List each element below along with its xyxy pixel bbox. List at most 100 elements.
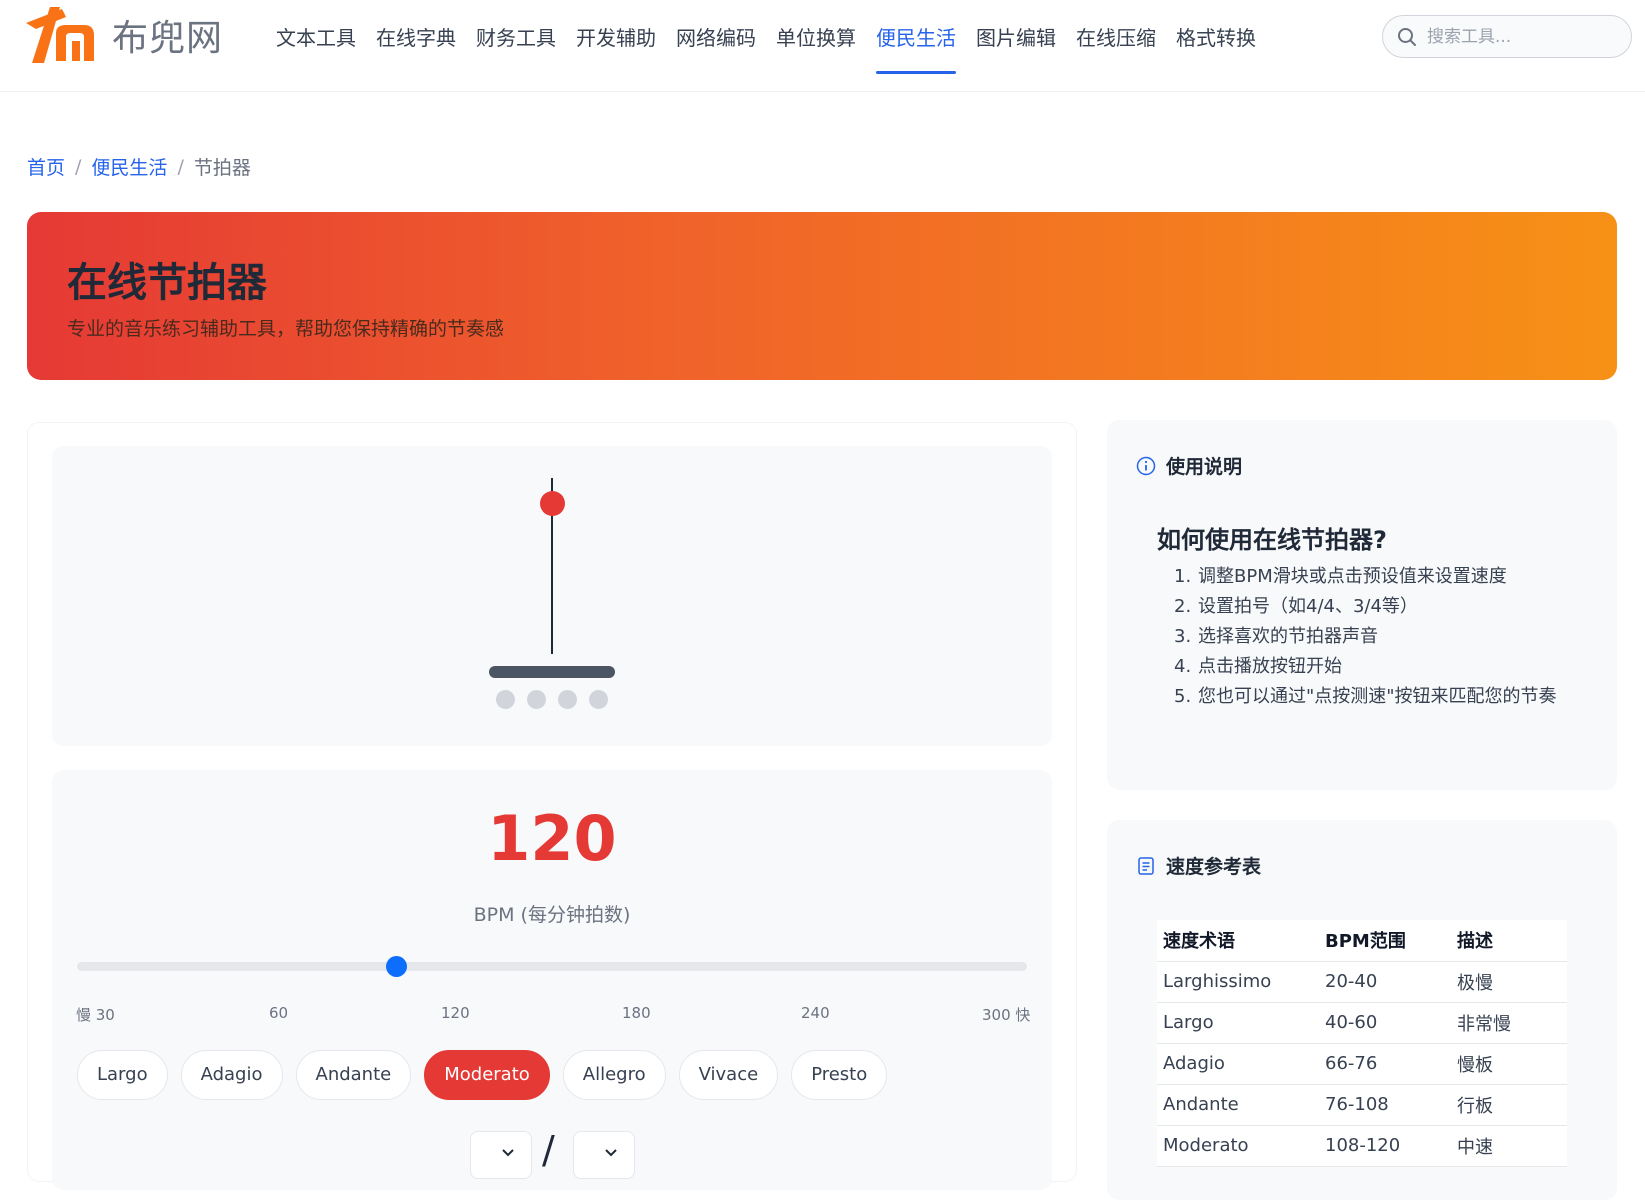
list-item: 1. 调整BPM滑块或点击预设值来设置速度 [1174,562,1574,592]
list-item: 3. 选择喜欢的节拍器声音 [1174,622,1574,652]
column-header: 描述 [1451,920,1567,962]
table-cell: 慢板 [1451,1043,1567,1085]
breadcrumb-current: 节拍器 [193,157,251,179]
search-box[interactable] [1382,15,1632,58]
beats-per-measure-select[interactable] [470,1131,532,1179]
preset-largo-button[interactable]: Largo [77,1050,168,1100]
bpm-slider-track[interactable] [77,962,1027,971]
beat-dot [527,690,546,709]
table-cell: 中速 [1451,1125,1567,1167]
slider-tick-label: 慢 30 [76,1006,115,1024]
top-header: 布兜网 文本工具 在线字典 财务工具 开发辅助 网络编码 单位换算 便民生活 图… [0,0,1645,92]
page-subtitle: 专业的音乐练习辅助工具，帮助您保持精确的节奏感 [67,318,505,340]
beat-dot [558,690,577,709]
logo-icon [26,7,94,63]
search-icon [1398,27,1416,46]
tempo-reference-heading: 速度参考表 [1166,856,1262,878]
nav-item-compress[interactable]: 在线压缩 [1066,20,1166,72]
nav-item-encoding[interactable]: 网络编码 [666,20,766,72]
step-number: 5. [1174,686,1192,707]
table-cell: 20-40 [1319,961,1451,1003]
slider-tick-label: 60 [269,1004,289,1022]
table-cell: 非常慢 [1451,1002,1567,1044]
table-cell: Largo [1157,1002,1319,1044]
step-text: 选择喜欢的节拍器声音 [1198,626,1378,647]
nav-item-daily-life[interactable]: 便民生活 [866,20,966,74]
table-cell: Andante [1157,1084,1319,1126]
table-cell: 40-60 [1319,1002,1451,1044]
preset-vivace-button[interactable]: Vivace [678,1050,779,1100]
preset-andante-button[interactable]: Andante [295,1050,412,1100]
breadcrumb: 首页 / 便民生活 / 节拍器 [27,153,251,180]
table-cell: 行板 [1451,1084,1567,1126]
instructions-heading: 使用说明 [1166,456,1243,478]
tempo-reference-table: 速度术语 BPM范围 描述 Larghissimo 20-40 极慢 Largo… [1157,920,1567,1167]
chevron-down-icon [605,1149,617,1157]
step-text: 点击播放按钮开始 [1198,656,1342,677]
step-text: 设置拍号（如4/4、3/4等） [1198,596,1418,617]
preset-allegro-button[interactable]: Allegro [562,1050,666,1100]
table-cell: 108-120 [1319,1125,1451,1167]
step-number: 1. [1174,566,1192,587]
nav-item-image-edit[interactable]: 图片编辑 [966,20,1066,72]
table-cell: 76-108 [1319,1084,1451,1126]
beat-unit-select[interactable] [573,1131,635,1179]
chevron-down-icon [502,1149,514,1157]
document-icon [1138,856,1154,875]
tempo-presets: Largo Adagio Andante Moderato Allegro Vi… [77,1050,888,1100]
nav-item-format-convert[interactable]: 格式转换 [1166,20,1266,72]
nav-item-dev-tools[interactable]: 开发辅助 [566,20,666,72]
logo-text: 布兜网 [112,18,224,59]
step-text: 调整BPM滑块或点击预设值来设置速度 [1198,566,1507,587]
beat-dot [589,690,608,709]
table-cell: 66-76 [1319,1043,1451,1085]
breadcrumb-category[interactable]: 便民生活 [91,153,167,180]
step-number: 4. [1174,656,1192,677]
table-cell: Moderato [1157,1125,1319,1167]
slider-tick-label: 300 快 [982,1006,1031,1024]
bpm-value: 120 [487,802,617,875]
bpm-slider-thumb[interactable] [386,956,407,977]
hero-banner: 在线节拍器 专业的音乐练习辅助工具，帮助您保持精确的节奏感 [27,212,1617,380]
nav-item-dictionary[interactable]: 在线字典 [366,20,466,72]
search-input[interactable] [1427,26,1607,47]
step-number: 2. [1174,596,1192,617]
site-logo[interactable]: 布兜网 [22,2,223,68]
slider-tick-label: 120 [441,1004,470,1022]
nav-item-text-tools[interactable]: 文本工具 [266,20,366,72]
main-nav: 文本工具 在线字典 财务工具 开发辅助 网络编码 单位换算 便民生活 图片编辑 … [266,20,1266,74]
breadcrumb-separator: / [177,155,184,178]
pendulum-bob [540,491,565,516]
preset-moderato-button[interactable]: Moderato [424,1050,550,1100]
column-header: 速度术语 [1157,920,1319,962]
table-cell: Larghissimo [1157,961,1319,1003]
breadcrumb-separator: / [75,155,82,178]
preset-adagio-button[interactable]: Adagio [180,1050,283,1100]
table-row: Larghissimo 20-40 极慢 [1157,961,1567,1003]
list-item: 2. 设置拍号（如4/4、3/4等） [1174,592,1574,622]
page-title: 在线节拍器 [67,260,267,306]
table-row: Andante 76-108 行板 [1157,1084,1567,1126]
bpm-label: BPM (每分钟拍数) [473,904,631,926]
table-cell: Adagio [1157,1043,1319,1085]
preset-presto-button[interactable]: Presto [791,1050,888,1100]
column-header: BPM范围 [1319,920,1451,962]
step-text: 您也可以通过"点按测速"按钮来匹配您的节奏 [1198,686,1557,707]
slider-tick-label: 240 [801,1004,830,1022]
pendulum-base [489,666,615,678]
tempo-reference-header: 速度参考表 [1136,852,1261,879]
list-item: 5. 您也可以通过"点按测速"按钮来匹配您的节奏 [1174,682,1574,712]
slider-tick-label: 180 [622,1004,651,1022]
info-icon [1136,456,1156,475]
beat-dot [496,690,515,709]
step-number: 3. [1174,626,1192,647]
table-row: Largo 40-60 非常慢 [1157,1002,1567,1044]
table-row: Moderato 108-120 中速 [1157,1125,1567,1167]
instructions-header: 使用说明 [1136,452,1242,479]
table-cell: 极慢 [1451,961,1567,1003]
nav-item-finance[interactable]: 财务工具 [466,20,566,72]
nav-item-unit-convert[interactable]: 单位换算 [766,20,866,72]
breadcrumb-home[interactable]: 首页 [27,153,65,180]
table-row: Adagio 66-76 慢板 [1157,1043,1567,1085]
instructions-title: 如何使用在线节拍器? [1157,526,1387,554]
